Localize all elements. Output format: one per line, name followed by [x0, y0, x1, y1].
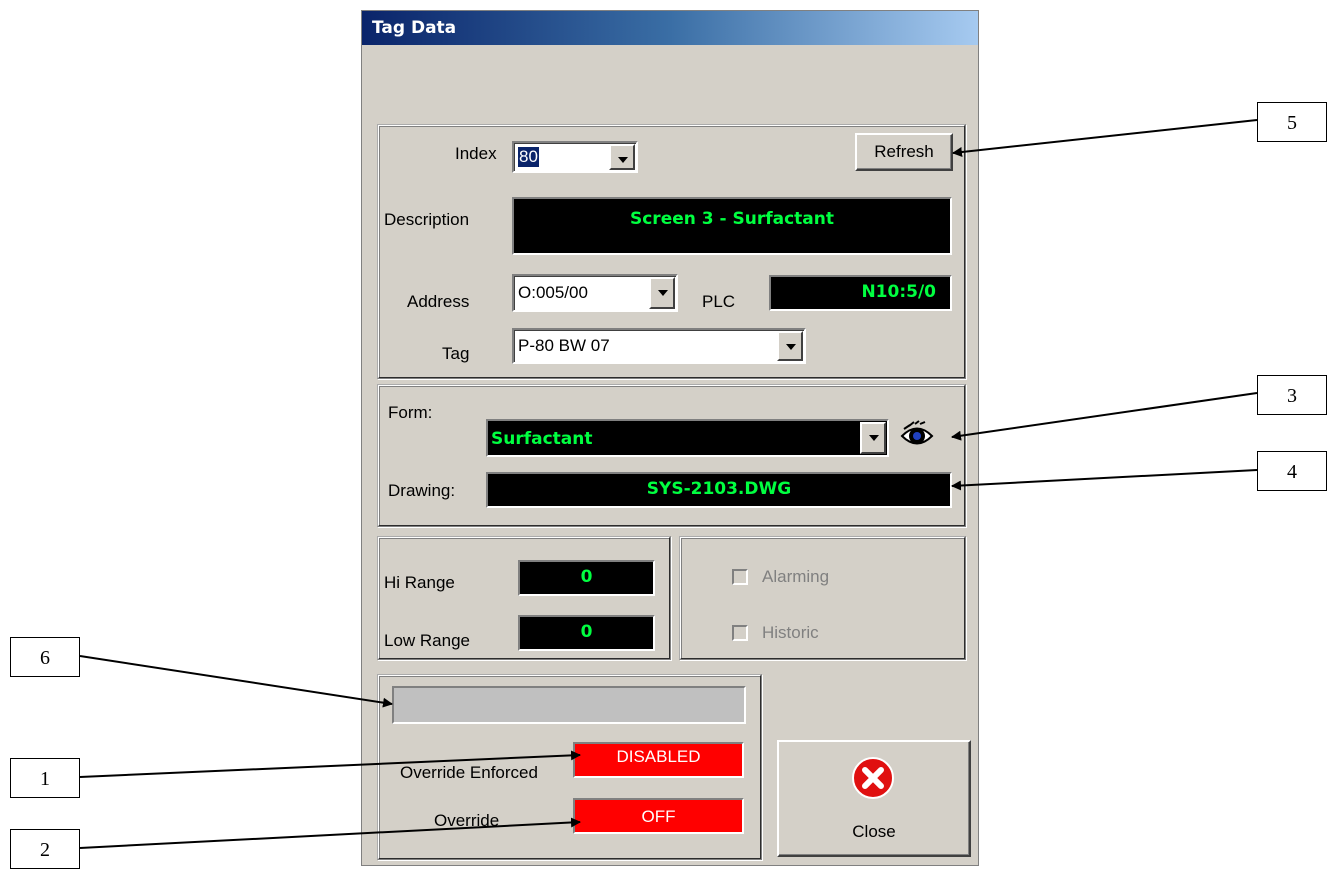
callout-arrow-3 [951, 392, 1258, 441]
callout-4: 4 [1257, 451, 1327, 491]
callout-1: 1 [10, 758, 80, 798]
callout-arrow-5 [952, 119, 1258, 157]
callout-3: 3 [1257, 375, 1327, 415]
callout-arrow-2 [79, 817, 581, 849]
callout-arrow-1 [79, 750, 581, 778]
callout-arrow-4 [951, 469, 1258, 491]
callout-arrows [79, 119, 1258, 849]
callout-5: 5 [1257, 102, 1327, 142]
callout-6: 6 [10, 637, 80, 677]
callout-arrow-6 [79, 655, 393, 708]
callout-2: 2 [10, 829, 80, 869]
